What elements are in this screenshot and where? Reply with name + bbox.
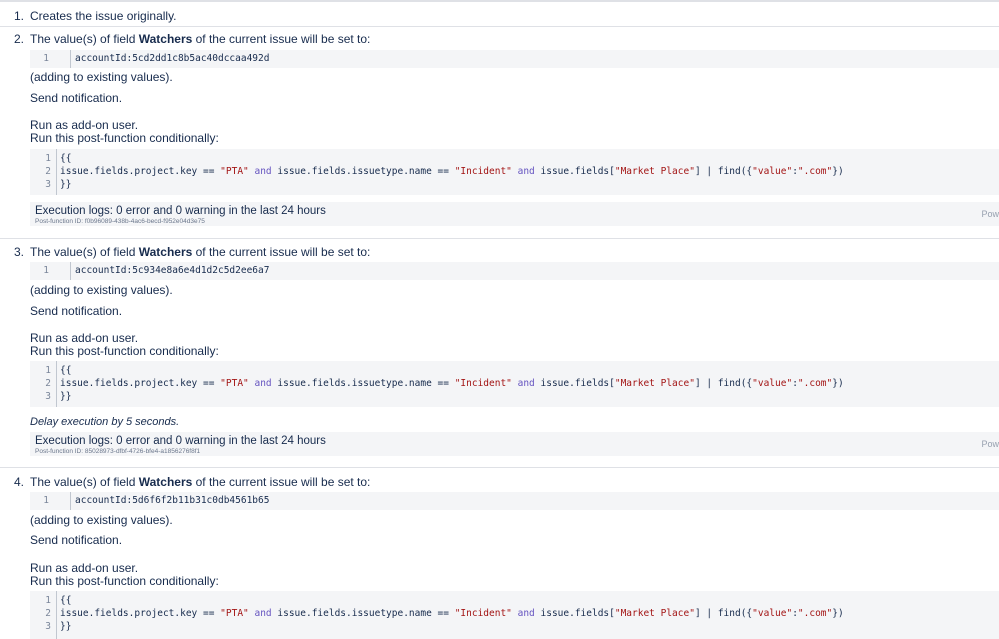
field-name: Watchers	[138, 32, 193, 46]
code-text: {{	[60, 365, 72, 376]
field-name: Watchers	[138, 245, 193, 259]
code-text: issue.fields.project.key == "PTA" and is…	[60, 608, 844, 619]
step-number: 3.	[14, 245, 25, 259]
run-as-user: Run as add-on user.	[30, 331, 139, 345]
code-text: {{	[60, 595, 72, 606]
line-number: 1	[43, 53, 49, 64]
line-number: 2	[45, 166, 51, 177]
run-as-user: Run as add-on user.	[30, 118, 139, 132]
line-number: 1	[43, 265, 49, 276]
powered-by-text: Pow	[981, 209, 999, 219]
send-notification: Send notification.	[30, 304, 123, 318]
step-heading: The value(s) of field Watchers of the cu…	[30, 475, 370, 489]
run-as-user: Run as add-on user.	[30, 561, 139, 575]
step-heading: The value(s) of field Watchers of the cu…	[30, 32, 370, 46]
adding-note: (adding to existing values).	[30, 283, 173, 297]
code-line: 2 issue.fields.project.key == "PTA" and i…	[30, 165, 999, 178]
divider	[0, 238, 999, 239]
account-code-block: 1 accountId:5c934e8a6e4d1d2c5d2ee6a7	[30, 262, 999, 280]
heading-suffix: of the current issue will be set to:	[192, 32, 371, 46]
powered-by-text: Pow	[981, 439, 999, 449]
adding-note: (adding to existing values).	[30, 70, 173, 84]
account-code-block: 1 accountId:5d6f6f2b11b31c0db4561b65	[30, 492, 999, 510]
heading-suffix: of the current issue will be set to:	[192, 475, 371, 489]
line-number: 3	[45, 621, 51, 632]
code-line: 1 accountId:5c934e8a6e4d1d2c5d2ee6a7	[30, 264, 999, 277]
code-text: }}	[60, 179, 72, 190]
execution-log: Execution logs: 0 error and 0 warning in…	[30, 202, 999, 226]
code-line: 1 accountId:5d6f6f2b11b31c0db4561b65	[30, 494, 999, 507]
code-text: issue.fields.project.key == "PTA" and is…	[60, 166, 844, 177]
condition-code-block: 1 {{ 2 issue.fields.project.key == "PTA" a…	[30, 361, 999, 407]
step-heading: The value(s) of field Watchers of the cu…	[30, 245, 370, 259]
code-text: {{	[60, 153, 72, 164]
code-line: 1 {{	[30, 594, 999, 607]
divider	[0, 467, 999, 468]
account-value: accountId:5cd2dd1c8b5ac40dccaa492d	[75, 53, 270, 64]
code-line: 3}}	[30, 178, 999, 191]
condition-code-block: 1 {{ 2 issue.fields.project.key == "PTA" a…	[30, 149, 999, 195]
code-text: issue.fields.project.key == "PTA" and is…	[60, 378, 844, 389]
send-notification: Send notification.	[30, 533, 123, 547]
step-text: Creates the issue originally.	[30, 9, 177, 23]
heading-prefix: The value(s) of field	[30, 475, 139, 489]
code-text: }}	[60, 391, 72, 402]
step-number: 4.	[14, 475, 25, 489]
run-conditionally: Run this post-function conditionally:	[30, 131, 219, 145]
run-conditionally: Run this post-function conditionally:	[30, 574, 219, 588]
code-line: 3}}	[30, 390, 999, 403]
line-number: 1	[45, 153, 51, 164]
account-value: accountId:5c934e8a6e4d1d2c5d2ee6a7	[75, 265, 270, 276]
adding-note: (adding to existing values).	[30, 513, 173, 527]
log-summary[interactable]: Execution logs: 0 error and 0 warning in…	[35, 205, 326, 217]
condition-code-block: 1 {{ 2 issue.fields.project.key == "PTA" a…	[30, 591, 999, 639]
code-line: 3}}	[30, 620, 999, 633]
step-number: 2.	[14, 32, 25, 46]
account-code-block: 1 accountId:5cd2dd1c8b5ac40dccaa492d	[30, 50, 999, 68]
run-conditionally: Run this post-function conditionally:	[30, 344, 219, 358]
account-value: accountId:5d6f6f2b11b31c0db4561b65	[75, 495, 270, 506]
line-number: 3	[45, 179, 51, 190]
divider	[0, 26, 999, 27]
code-line: 2 issue.fields.project.key == "PTA" and i…	[30, 377, 999, 390]
delay-note: Delay execution by 5 seconds.	[30, 416, 180, 428]
top-border	[0, 0, 999, 2]
line-number: 1	[43, 495, 49, 506]
line-number: 2	[45, 378, 51, 389]
code-line: 2 issue.fields.project.key == "PTA" and i…	[30, 607, 999, 620]
line-number: 1	[45, 595, 51, 606]
post-function-id: Post-function ID: f0b96089-438b-4ac6-bec…	[35, 218, 205, 225]
heading-prefix: The value(s) of field	[30, 245, 139, 259]
line-number: 2	[45, 608, 51, 619]
field-name: Watchers	[138, 475, 193, 489]
step-number: 1.	[14, 9, 25, 23]
code-text: }}	[60, 621, 72, 632]
code-line: 1 {{	[30, 152, 999, 165]
heading-prefix: The value(s) of field	[30, 32, 139, 46]
line-number: 3	[45, 391, 51, 402]
line-number: 1	[45, 365, 51, 376]
code-line: 1 accountId:5cd2dd1c8b5ac40dccaa492d	[30, 52, 999, 65]
code-line: 1 {{	[30, 364, 999, 377]
execution-log: Execution logs: 0 error and 0 warning in…	[30, 432, 999, 456]
heading-suffix: of the current issue will be set to:	[192, 245, 371, 259]
log-summary[interactable]: Execution logs: 0 error and 0 warning in…	[35, 435, 326, 447]
post-function-id: Post-function ID: 85028973-dfbf-4726-bfe…	[35, 448, 201, 455]
send-notification: Send notification.	[30, 91, 123, 105]
